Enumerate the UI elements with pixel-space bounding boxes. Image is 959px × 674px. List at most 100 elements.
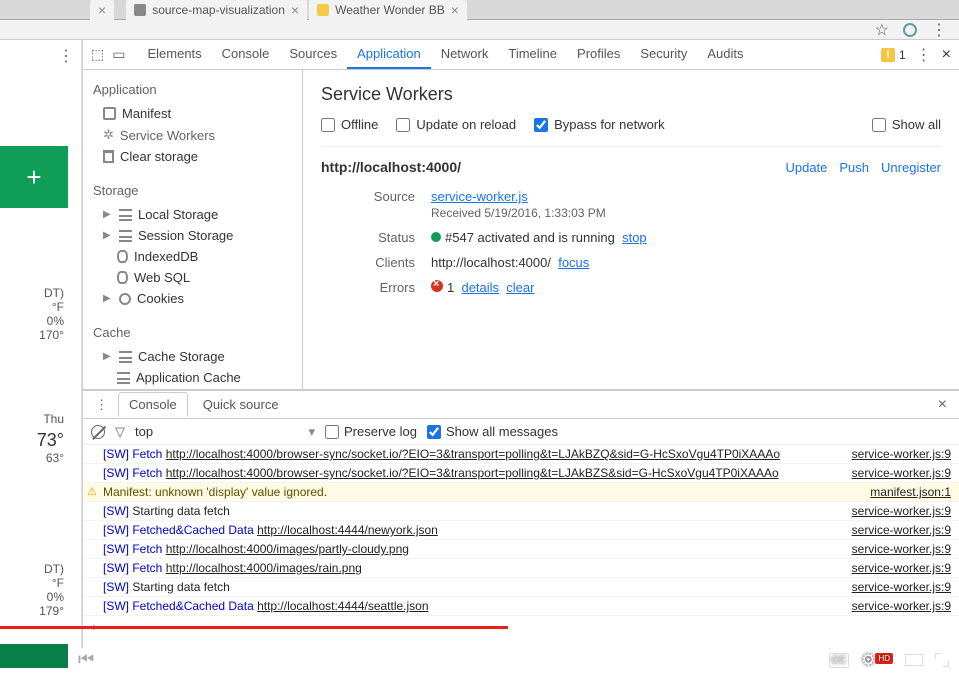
devtools-tab-sources[interactable]: Sources: [279, 40, 347, 69]
show-all-checkbox[interactable]: Show all: [872, 117, 941, 132]
expand-icon[interactable]: ▶: [103, 351, 113, 362]
log-message: [SW] Fetch http://localhost:4000/browser…: [103, 447, 832, 461]
log-url-link[interactable]: http://localhost:4444/seattle.json: [257, 599, 428, 613]
source-file-link[interactable]: service-worker.js: [431, 189, 528, 204]
close-icon[interactable]: ×: [291, 3, 299, 17]
captions-icon[interactable]: CC: [829, 653, 849, 668]
manifest-icon: [103, 107, 116, 120]
sidebar-item-local-storage[interactable]: ▶Local Storage: [83, 204, 302, 225]
unregister-link[interactable]: Unregister: [881, 160, 941, 175]
log-message: [SW] Starting data fetch: [103, 580, 832, 594]
close-icon[interactable]: ×: [451, 3, 459, 17]
focus-link[interactable]: focus: [558, 255, 589, 270]
expand-icon[interactable]: ▶: [103, 293, 113, 304]
sidebar-item-cookies[interactable]: ▶Cookies: [83, 288, 302, 309]
expand-icon[interactable]: ▶: [103, 209, 113, 220]
database-icon: [117, 271, 128, 284]
console-output: [SW] Fetch http://localhost:4000/browser…: [83, 445, 959, 648]
log-source-link[interactable]: service-worker.js:9: [832, 523, 951, 537]
devtools-tab-security[interactable]: Security: [630, 40, 697, 69]
sidebar-item-manifest[interactable]: Manifest: [83, 103, 302, 124]
browser-tab[interactable]: source-map-visualization ×: [126, 0, 307, 20]
label: Bypass for network: [554, 117, 665, 132]
clear-console-icon[interactable]: [91, 425, 105, 439]
log-url-link[interactable]: http://localhost:4000/images/partly-clou…: [166, 542, 409, 556]
sidebar-item-websql[interactable]: Web SQL: [83, 267, 302, 288]
devtools-tab-elements[interactable]: Elements: [137, 40, 211, 69]
fullscreen-icon[interactable]: [935, 653, 949, 667]
devtools-tab-application[interactable]: Application: [347, 40, 431, 69]
kebab-icon[interactable]: ⋮: [89, 397, 114, 413]
label: °F: [0, 576, 64, 590]
kebab-icon[interactable]: ⋮: [58, 46, 74, 66]
menu-icon[interactable]: ⋮: [931, 20, 947, 40]
offline-checkbox[interactable]: Offline: [321, 117, 378, 132]
devtools-tab-audits[interactable]: Audits: [697, 40, 753, 69]
device-icon[interactable]: ▭: [112, 46, 125, 63]
sidebar-item-application-cache[interactable]: Application Cache: [83, 367, 302, 388]
close-icon[interactable]: ×: [942, 46, 951, 64]
inspect-icon[interactable]: ⬚: [91, 46, 104, 63]
clear-link[interactable]: clear: [506, 280, 534, 295]
devtools-tab-timeline[interactable]: Timeline: [498, 40, 567, 69]
log-message: [SW] Fetch http://localhost:4000/images/…: [103, 542, 832, 556]
devtools-tab-network[interactable]: Network: [431, 40, 499, 69]
browser-tab[interactable]: Weather Wonder BB ×: [309, 0, 467, 20]
filter-icon[interactable]: ▽: [115, 424, 125, 440]
miniplayer-icon[interactable]: [905, 654, 923, 666]
log-source-link[interactable]: service-worker.js:9: [832, 504, 951, 518]
drawer-tab-console[interactable]: Console: [118, 392, 188, 417]
video-prev-icon[interactable]: ⏮: [78, 649, 94, 670]
browser-tab[interactable]: ×: [90, 0, 114, 20]
log-source-link[interactable]: service-worker.js:9: [832, 447, 951, 461]
close-icon[interactable]: ×: [98, 3, 106, 17]
log-url-link[interactable]: http://localhost:4000/images/rain.png: [166, 561, 362, 575]
devtools-tab-profiles[interactable]: Profiles: [567, 40, 630, 69]
console-log-row: [SW] Fetch http://localhost:4000/images/…: [83, 559, 959, 578]
cookie-icon: [119, 293, 131, 305]
sidebar-item-service-workers[interactable]: ✲Service Workers: [83, 124, 302, 146]
details-link[interactable]: details: [461, 280, 499, 295]
log-url-link[interactable]: http://localhost:4000/browser-sync/socke…: [166, 447, 780, 461]
sidebar-item-clear-storage[interactable]: Clear storage: [83, 146, 302, 167]
drawer-tab-quick-source[interactable]: Quick source: [192, 392, 290, 417]
log-source-link[interactable]: service-worker.js:9: [832, 561, 951, 575]
extension-icon[interactable]: [903, 23, 917, 37]
trash-icon: [103, 150, 114, 163]
add-button[interactable]: +: [0, 146, 68, 208]
log-source-link[interactable]: manifest.json:1: [850, 485, 951, 499]
star-icon[interactable]: ☆: [875, 20, 889, 40]
show-all-messages-checkbox[interactable]: Show all messages: [427, 424, 558, 439]
log-source-link[interactable]: service-worker.js:9: [832, 542, 951, 556]
close-icon[interactable]: ×: [932, 396, 953, 414]
settings-icon[interactable]: ⋮: [916, 45, 932, 65]
push-link[interactable]: Push: [839, 160, 869, 175]
section-title-application: Application: [83, 76, 302, 103]
section-title-storage: Storage: [83, 177, 302, 204]
label: Web SQL: [134, 270, 190, 285]
sidebar-item-cache-storage[interactable]: ▶Cache Storage: [83, 346, 302, 367]
log-source-link[interactable]: service-worker.js:9: [832, 466, 951, 480]
sidebar-item-session-storage[interactable]: ▶Session Storage: [83, 225, 302, 246]
log-source-link[interactable]: service-worker.js:9: [832, 580, 951, 594]
warnings-badge[interactable]: 1: [881, 48, 906, 62]
update-link[interactable]: Update: [785, 160, 827, 175]
devtools-tab-console[interactable]: Console: [212, 40, 280, 69]
context-selector[interactable]: top▾: [135, 424, 315, 440]
log-source-link[interactable]: service-worker.js:9: [832, 599, 951, 613]
expand-icon[interactable]: ▶: [103, 230, 113, 241]
log-url-link[interactable]: http://localhost:4000/browser-sync/socke…: [166, 466, 779, 480]
sidebar-item-indexeddb[interactable]: IndexedDB: [83, 246, 302, 267]
preserve-log-checkbox[interactable]: Preserve log: [325, 424, 417, 439]
video-progress-bar[interactable]: [0, 626, 959, 629]
settings-icon[interactable]: ⚙HD: [861, 650, 893, 670]
bypass-network-checkbox[interactable]: Bypass for network: [534, 117, 665, 132]
log-url-link[interactable]: http://localhost:4444/newyork.json: [257, 523, 438, 537]
console-log-row: [SW] Fetch http://localhost:4000/browser…: [83, 464, 959, 483]
stop-link[interactable]: stop: [622, 230, 647, 245]
client-url: http://localhost:4000/: [431, 255, 551, 270]
update-reload-checkbox[interactable]: Update on reload: [396, 117, 516, 132]
label: Service Workers: [120, 128, 215, 143]
tab-title: source-map-visualization: [152, 3, 285, 17]
devtools-panel: ⬚ ▭ ElementsConsoleSourcesApplicationNet…: [82, 40, 959, 648]
